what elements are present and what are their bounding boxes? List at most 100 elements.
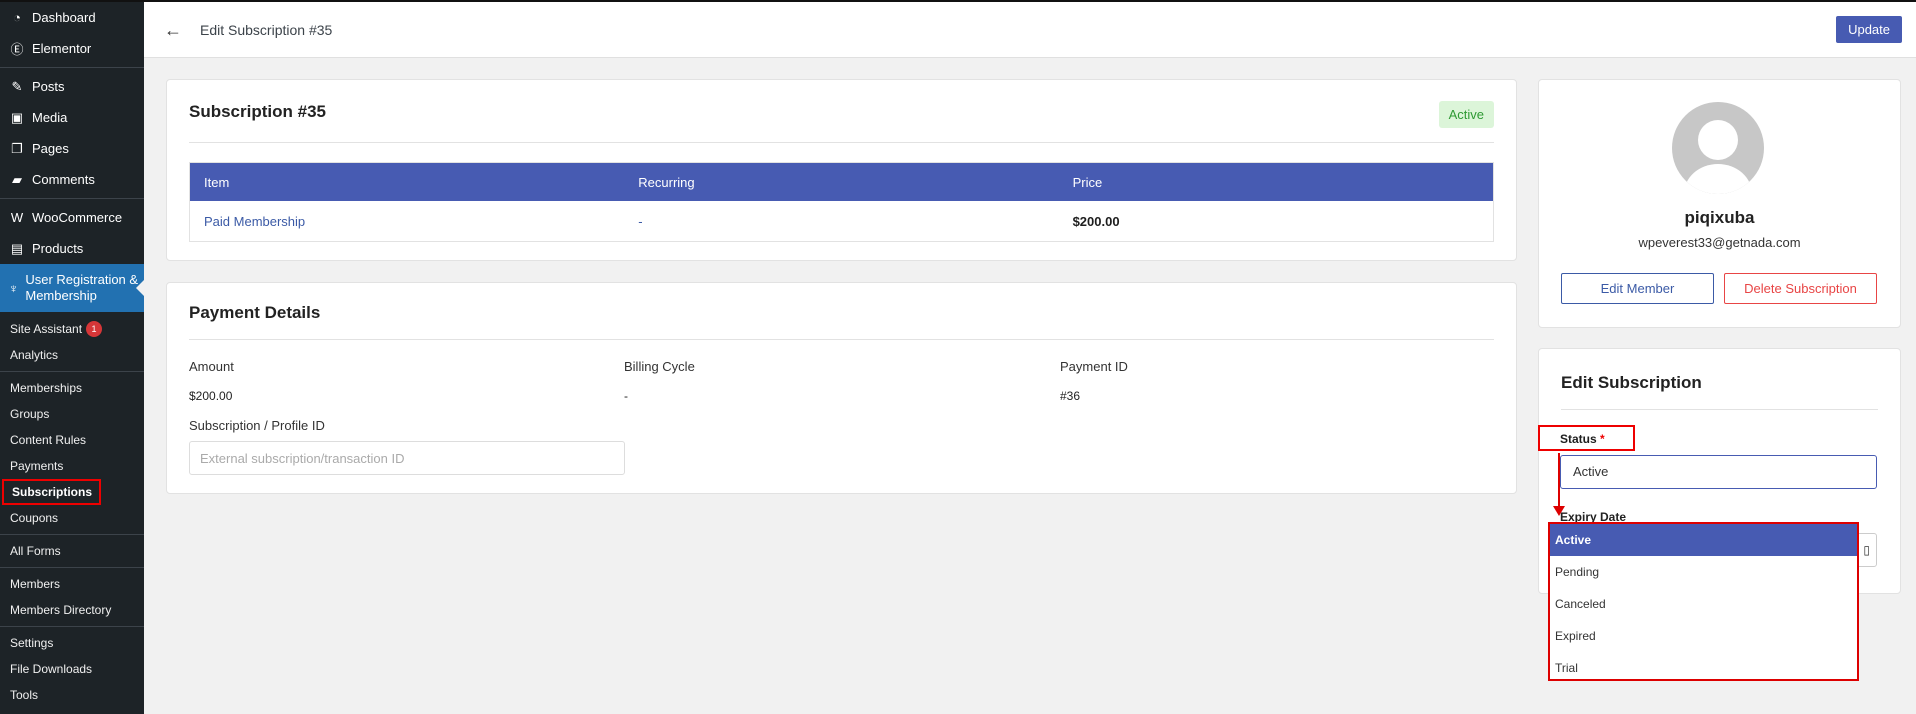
delete-subscription-button[interactable]: Delete Subscription [1724, 273, 1877, 304]
payment-id-link[interactable]: #36 [1060, 389, 1080, 403]
sidebar-sub-settings[interactable]: Settings [0, 630, 144, 656]
subscription-items-table: Item Recurring Price Paid Membership - $… [189, 162, 1494, 242]
comment-icon: ▰ [12, 171, 22, 187]
sidebar-item-elementor[interactable]: Ⓔ Elementor [0, 33, 144, 64]
sidebar-item-label: Pages [32, 141, 69, 156]
sidebar-sub-memberships[interactable]: Memberships [0, 375, 144, 401]
sidebar-item-label: Products [32, 241, 84, 256]
sidebar-sub-file-downloads[interactable]: File Downloads [0, 656, 144, 682]
status-badge: Active [1438, 101, 1494, 128]
calendar-icon[interactable]: ▯ [1863, 543, 1870, 557]
pin-icon: ✎ [11, 78, 23, 94]
avatar [1672, 102, 1764, 194]
sidebar-sub-groups[interactable]: Groups [0, 401, 144, 427]
member-email: wpeverest33@getnada.com [1638, 235, 1801, 250]
sidebar-divider [0, 198, 144, 199]
table-header: Item Recurring Price [190, 163, 1493, 201]
status-option-trial[interactable]: Trial [1550, 652, 1857, 684]
sidebar-sub-all-forms[interactable]: All Forms [0, 538, 144, 564]
annotation-arrow [1558, 453, 1560, 511]
status-label: Status * [1538, 425, 1635, 451]
sidebar-sub-content-rules[interactable]: Content Rules [0, 427, 144, 453]
sidebar-item-label: Elementor [32, 41, 92, 56]
back-arrow-icon[interactable]: ← [164, 20, 182, 41]
sidebar-sub-analytics[interactable]: Analytics [0, 342, 144, 368]
status-option-pending[interactable]: Pending [1550, 556, 1857, 588]
sidebar-item-posts[interactable]: ✎ Posts [0, 71, 144, 102]
sidebar-item-products[interactable]: ▤ Products [0, 233, 144, 264]
sidebar-item-pages[interactable]: ❐ Pages [0, 133, 144, 164]
page-header: ← Edit Subscription #35 Update [144, 0, 1916, 58]
member-username: piqixuba [1684, 208, 1755, 227]
profile-id-label: Subscription / Profile ID [189, 418, 325, 433]
payment-details-card: Payment Details Amount $200.00 Billing C… [166, 282, 1517, 494]
divider [189, 339, 1494, 340]
sidebar-divider [0, 67, 144, 68]
sidebar-divider [0, 626, 144, 627]
status-option-canceled[interactable]: Canceled [1550, 588, 1857, 620]
member-card: piqixuba wpeverest33@getnada.com Edit Me… [1538, 79, 1901, 328]
column-header: Item [204, 174, 230, 190]
sidebar-item-label: WooCommerce [32, 210, 123, 225]
user-registration-icon: ♆ [8, 280, 19, 296]
price-value: $200.00 [1072, 213, 1120, 229]
amount-label: Amount [189, 359, 234, 374]
billing-cycle-value: - [624, 389, 628, 403]
sidebar-item-dashboard[interactable]: ◔ Dashboard [0, 2, 144, 33]
sidebar-sub-members-directory[interactable]: Members Directory [0, 597, 144, 623]
edit-subscription-title: Edit Subscription [1561, 373, 1702, 392]
status-dropdown-list: Active Pending Canceled Expired Trial [1548, 522, 1859, 681]
status-option-expired[interactable]: Expired [1550, 620, 1857, 652]
products-icon: ▤ [10, 240, 24, 256]
item-link[interactable]: Paid Membership [190, 214, 624, 229]
sidebar-divider [0, 371, 144, 372]
sidebar-sub-site-assistant[interactable]: Site Assistant 1 [0, 316, 144, 342]
subscription-title: Subscription #35 [189, 102, 326, 121]
edit-member-button[interactable]: Edit Member [1561, 273, 1714, 304]
annotation-arrowhead [1553, 506, 1565, 516]
sidebar-sub-members[interactable]: Members [0, 571, 144, 597]
recurring-value: - [638, 213, 643, 229]
notification-badge: 1 [86, 321, 103, 337]
payment-details-title: Payment Details [189, 303, 321, 322]
status-option-active[interactable]: Active [1550, 524, 1857, 556]
required-mark: * [1600, 432, 1605, 446]
update-button[interactable]: Update [1836, 16, 1902, 43]
elementor-icon: Ⓔ [10, 42, 24, 57]
sidebar-item-comments[interactable]: ▰ Comments [0, 164, 144, 195]
page-title: Edit Subscription #35 [200, 22, 333, 38]
table-row: Paid Membership - $200.00 [190, 201, 1493, 241]
column-header: Price [1072, 174, 1103, 190]
profile-id-input[interactable]: External subscription/transaction ID [189, 441, 625, 475]
media-icon: ▣ [10, 109, 24, 125]
sidebar-sub-tools[interactable]: Tools [0, 682, 144, 708]
pages-icon: ❐ [11, 140, 23, 156]
admin-sidebar: ◔ Dashboard Ⓔ Elementor ✎ Posts ▣ Media ❐ Pag… [0, 0, 144, 714]
sidebar-item-label: User Registration & Membership [25, 272, 139, 303]
dashboard-icon: ◔ [13, 10, 21, 25]
sidebar-item-label: Media [32, 110, 68, 125]
sidebar-divider [0, 567, 144, 568]
sidebar-sub-coupons[interactable]: Coupons [0, 505, 144, 531]
column-header: Recurring [638, 174, 695, 190]
avatar-head-shape [1698, 120, 1738, 160]
sidebar-item-label: Dashboard [32, 10, 96, 25]
amount-value: $200.00 [189, 389, 233, 403]
sidebar-item-label: Posts [32, 79, 65, 94]
status-select[interactable]: Active [1560, 455, 1877, 489]
status-label-text: Status [1560, 432, 1597, 446]
sidebar-item-woocommerce[interactable]: W WooCommerce [0, 202, 144, 233]
woocommerce-icon: W [10, 210, 24, 225]
sidebar-divider [0, 534, 144, 535]
sidebar-item-label: Comments [32, 172, 95, 187]
divider [189, 142, 1494, 143]
sidebar-item-user-registration[interactable]: ♆ User Registration & Membership [0, 264, 144, 312]
sidebar-sub-subscriptions[interactable]: Subscriptions [2, 479, 101, 505]
avatar-body-shape [1684, 164, 1752, 194]
sidebar-sub-label: Site Assistant [10, 322, 83, 336]
payment-id-label: Payment ID [1060, 359, 1128, 374]
divider [1561, 409, 1878, 410]
sidebar-sub-payments[interactable]: Payments [0, 453, 144, 479]
billing-cycle-label: Billing Cycle [624, 359, 695, 374]
sidebar-item-media[interactable]: ▣ Media [0, 102, 144, 133]
